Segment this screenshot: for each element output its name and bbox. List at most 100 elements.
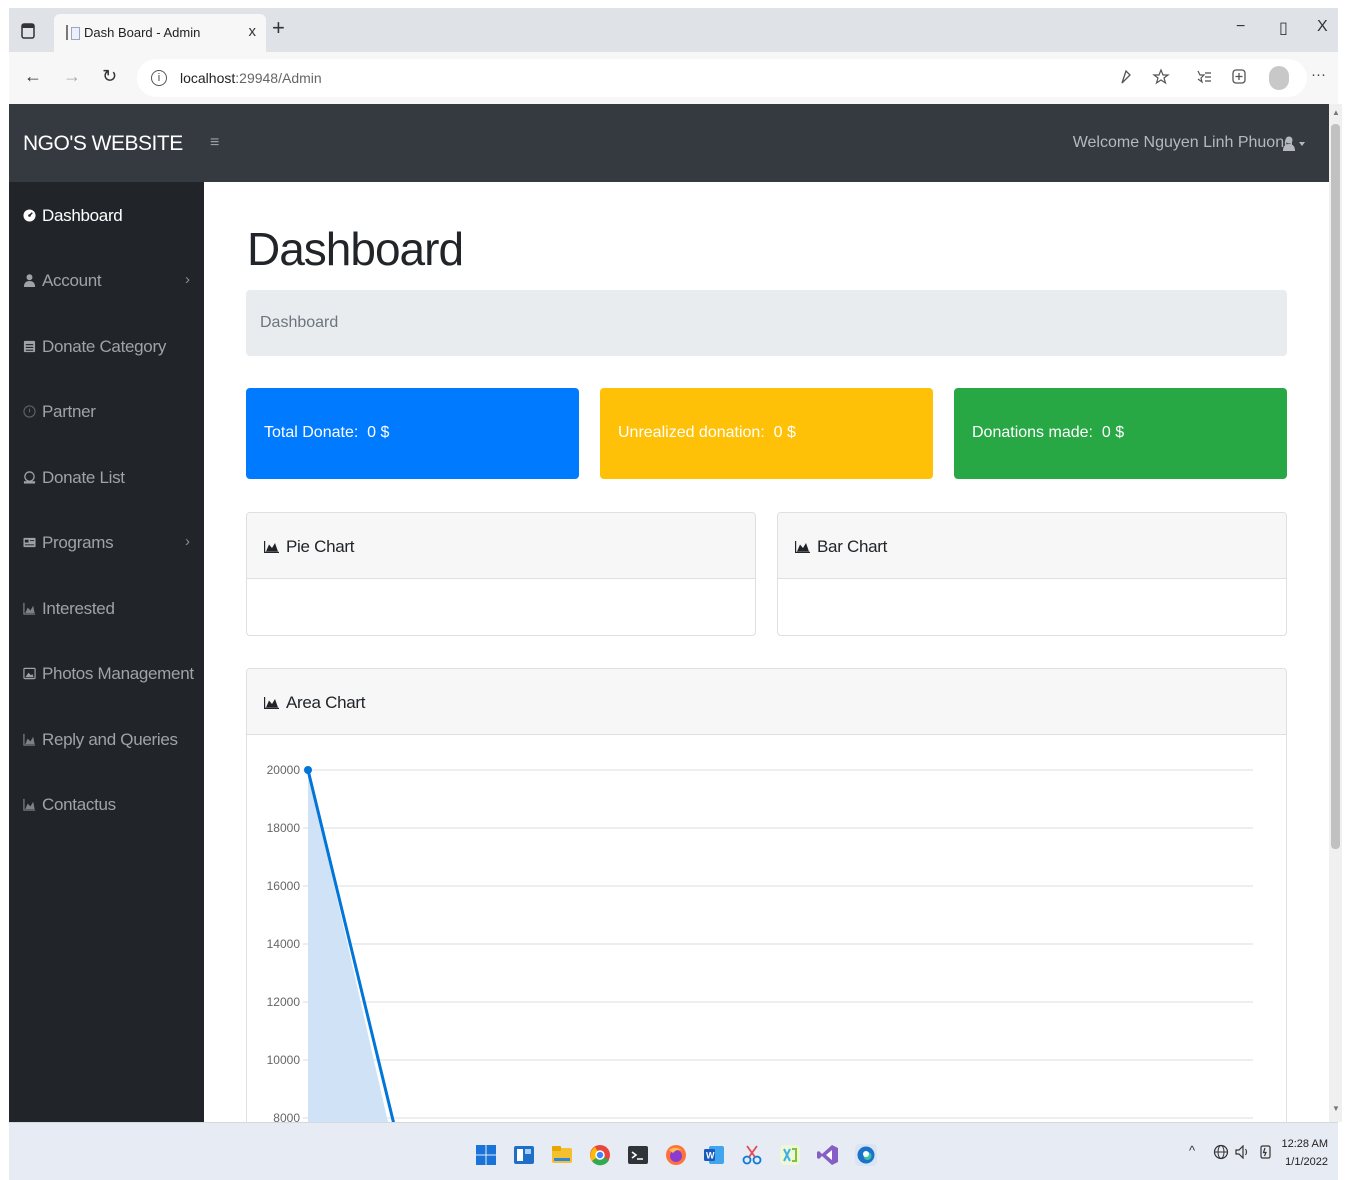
sidebar-item-reply-and-queries[interactable]: Reply and Queries <box>9 724 204 764</box>
sidebar-item-label: Partner <box>42 402 96 421</box>
chevron-right-icon: › <box>185 271 190 288</box>
tray-chevron-icon[interactable]: ^ <box>1189 1143 1195 1158</box>
stat-card-total-donate: Total Donate: 0 $ <box>246 388 579 479</box>
area-chart-icon <box>264 541 279 553</box>
data-point[interactable] <box>304 766 312 774</box>
area-chart-icon <box>23 733 36 746</box>
area-chart-card: Area Chart 20000 18000 16000 14000 12000 1000… <box>246 668 1287 1122</box>
page-favicon-icon <box>66 25 80 40</box>
start-icon[interactable] <box>475 1144 497 1166</box>
sidebar-item-donate-category[interactable]: Donate Category <box>9 331 204 371</box>
profile-avatar-icon[interactable] <box>1269 66 1289 90</box>
scroll-down-icon[interactable]: ▼ <box>1332 1104 1340 1113</box>
app-navbar: NGO'S WEBSITE ≡ Welcome Nguyen Linh Phuo… <box>9 104 1329 182</box>
user-dropdown-icon[interactable] <box>1281 136 1309 152</box>
window-close-button[interactable]: X <box>1317 18 1328 36</box>
stat-card-unrealized-donation: Unrealized donation: 0 $ <box>600 388 933 479</box>
sidebar-item-donate-list[interactable]: Donate List <box>9 462 204 502</box>
clock-time: 12:28 AM <box>1281 1138 1328 1150</box>
brand-logo-text[interactable]: NGO'S WEBSITE <box>23 132 183 156</box>
page-title: Dashboard <box>247 223 464 275</box>
xd-icon[interactable] <box>779 1144 801 1166</box>
stat-text: Unrealized donation: 0 $ <box>618 424 796 441</box>
bar-chart-card: Bar Chart <box>777 512 1287 636</box>
circle-icon <box>23 405 36 418</box>
y-tick-label: 12000 <box>267 995 301 1009</box>
scroll-up-icon[interactable]: ▲ <box>1332 108 1340 117</box>
firefox-icon[interactable] <box>665 1144 687 1166</box>
donate-icon <box>23 471 36 484</box>
image-icon <box>23 667 36 680</box>
system-clock[interactable]: 12:28 AM 1/1/2022 <box>1282 1135 1328 1171</box>
y-tick-label: 8000 <box>273 1111 300 1122</box>
tab-actions-icon[interactable] <box>17 20 39 42</box>
sidebar-item-partner[interactable]: Partner <box>9 396 204 436</box>
tab-close-button[interactable]: x <box>249 23 257 40</box>
sidebar-item-contactus[interactable]: Contactus <box>9 789 204 829</box>
browser-tab-bar: Dash Board - Admin x + − ▯ X <box>9 8 1338 52</box>
battery-icon[interactable] <box>1259 1144 1275 1160</box>
collections-icon[interactable] <box>1230 67 1248 85</box>
breadcrumb: Dashboard <box>246 290 1287 356</box>
stat-card-donations-made: Donations made: 0 $ <box>954 388 1287 479</box>
sidebar-item-account[interactable]: Account › <box>9 265 204 305</box>
reload-icon[interactable]: ↻ <box>102 66 117 87</box>
welcome-user-text[interactable]: Welcome Nguyen Linh Phuong <box>1073 134 1293 152</box>
new-tab-button[interactable]: + <box>272 15 285 41</box>
visual-studio-icon[interactable] <box>817 1144 839 1166</box>
clock-date: 1/1/2022 <box>1285 1156 1328 1168</box>
widgets-icon[interactable] <box>513 1144 535 1166</box>
os-taskbar: W ^ 12:28 AM 1/1/2022 <box>9 1122 1338 1180</box>
breadcrumb-item[interactable]: Dashboard <box>260 314 338 332</box>
y-tick-label: 14000 <box>267 937 301 951</box>
area-chart-icon <box>23 602 36 615</box>
card-title: Bar Chart <box>817 537 888 556</box>
card-header: Bar Chart <box>778 513 1286 579</box>
word-icon[interactable]: W <box>703 1144 725 1166</box>
programs-icon <box>23 537 36 548</box>
user-icon <box>23 274 36 287</box>
sidebar-item-label: Photos Management <box>42 664 194 683</box>
minimize-button[interactable]: − <box>1236 18 1245 36</box>
volume-icon[interactable] <box>1235 1145 1251 1159</box>
stat-text: Total Donate: 0 $ <box>264 424 390 441</box>
edge-icon[interactable] <box>855 1144 877 1166</box>
y-tick-label: 18000 <box>267 821 301 835</box>
sidebar-item-label: Dashboard <box>42 206 123 225</box>
page-scrollbar[interactable]: ▲ ▼ <box>1329 104 1342 1122</box>
favorite-star-icon[interactable] <box>1152 68 1170 86</box>
snipping-icon[interactable] <box>741 1144 763 1166</box>
more-menu-icon[interactable]: ··· <box>1311 66 1326 83</box>
sidebar-item-programs[interactable]: Programs › <box>9 527 204 567</box>
terminal-icon[interactable] <box>627 1144 649 1166</box>
area-chart: 20000 18000 16000 14000 12000 10000 8000 <box>267 763 1253 1122</box>
card-header: Area Chart <box>247 669 1286 735</box>
area-fill <box>308 770 389 1122</box>
sidebar-item-label: Account <box>42 271 102 290</box>
stat-text: Donations made: 0 $ <box>972 424 1125 441</box>
site-info-icon[interactable]: i <box>151 70 167 86</box>
sidebar: Dashboard Account › Donate Category Part… <box>9 182 204 1122</box>
browser-tab[interactable]: Dash Board - Admin x <box>54 14 266 52</box>
back-icon[interactable]: ← <box>24 66 42 87</box>
sidebar-item-interested[interactable]: Interested <box>9 593 204 633</box>
restore-button[interactable]: ▯ <box>1279 18 1288 38</box>
chrome-icon[interactable] <box>589 1144 611 1166</box>
file-explorer-icon[interactable] <box>551 1144 573 1166</box>
read-aloud-icon[interactable] <box>1119 69 1133 85</box>
svg-text:W: W <box>706 1151 715 1161</box>
sidebar-item-label: Interested <box>42 599 115 618</box>
browser-address-bar: ← → ↻ i localhost:29948/Admin ··· <box>9 52 1338 104</box>
url-host: localhost <box>180 70 236 86</box>
forward-icon[interactable]: → <box>63 66 81 87</box>
sidebar-item-label: Reply and Queries <box>42 730 178 749</box>
sidebar-item-dashboard[interactable]: Dashboard <box>9 200 204 240</box>
area-chart-icon <box>264 697 279 709</box>
favorites-list-icon[interactable] <box>1195 68 1213 86</box>
y-tick-label: 10000 <box>267 1053 301 1067</box>
sidebar-item-photos-management[interactable]: Photos Management <box>9 658 204 698</box>
y-tick-label: 20000 <box>267 763 301 777</box>
sidebar-toggle-icon[interactable]: ≡ <box>210 134 219 152</box>
network-globe-icon[interactable] <box>1213 1144 1229 1160</box>
scrollbar-thumb[interactable] <box>1331 124 1340 849</box>
